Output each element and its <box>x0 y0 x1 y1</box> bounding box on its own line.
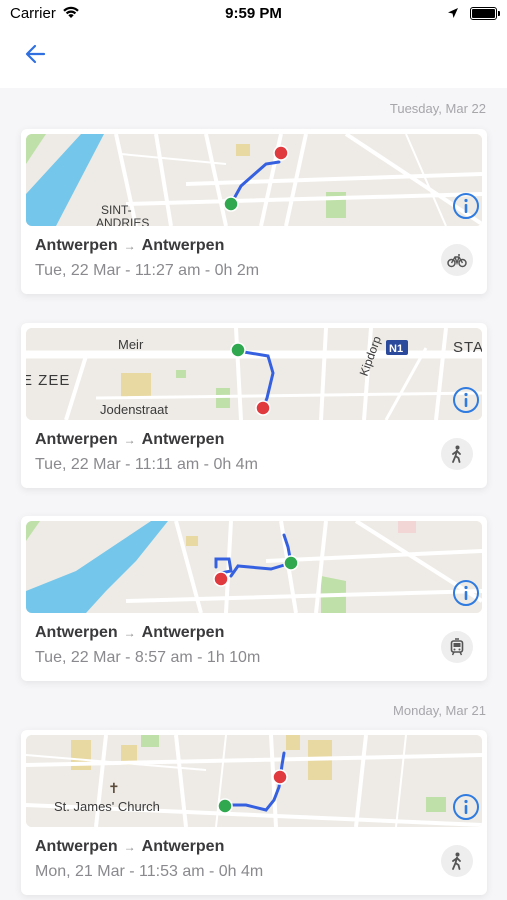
map-label: Meir <box>118 337 144 352</box>
transport-mode-badge <box>441 845 473 877</box>
start-marker <box>283 555 299 571</box>
trip-destination: Antwerpen <box>141 237 225 254</box>
trip-meta: Tue, 22 Mar - 11:27 am - 0h 2m <box>35 262 260 279</box>
location-arrow-icon <box>447 6 459 23</box>
back-button[interactable] <box>22 40 50 68</box>
route-arrow-icon: → <box>123 239 136 253</box>
end-marker <box>255 400 271 416</box>
end-marker <box>213 571 229 587</box>
bicycle-icon <box>447 254 467 268</box>
route-map: SINT- ANDRIES <box>26 134 482 226</box>
route-arrow-icon: → <box>123 840 136 854</box>
trip-card[interactable]: Meir E ZEE Jodenstraat Kipdorp N1 STA An… <box>21 323 487 488</box>
info-icon <box>453 387 479 413</box>
trip-origin: Antwerpen <box>35 237 118 254</box>
info-icon <box>453 193 479 219</box>
start-marker <box>230 342 246 358</box>
start-marker <box>223 196 239 212</box>
route-map <box>26 521 482 613</box>
route-arrow-icon: → <box>123 626 136 640</box>
info-icon <box>453 580 479 606</box>
route-arrow-icon: → <box>123 433 136 447</box>
battery-icon <box>470 7 500 20</box>
walking-icon <box>452 445 461 463</box>
trip-card[interactable]: SINT- ANDRIES Antwerpen → Antwerpen Tue,… <box>21 129 487 294</box>
status-time: 9:59 PM <box>225 5 282 22</box>
trip-destination: Antwerpen <box>141 838 225 855</box>
map-label: St. James' Church <box>54 799 160 814</box>
transport-mode-badge <box>441 244 473 276</box>
map-label: N1 <box>389 343 403 355</box>
trip-origin: Antwerpen <box>35 431 118 448</box>
tram-icon <box>450 638 464 656</box>
map-label: STA <box>453 339 482 356</box>
info-button[interactable] <box>452 793 480 821</box>
info-button[interactable] <box>452 579 480 607</box>
arrow-left-icon <box>25 44 46 64</box>
end-marker <box>273 145 289 161</box>
trip-route: Antwerpen → Antwerpen <box>35 838 224 856</box>
start-marker <box>217 798 233 814</box>
trip-meta: Mon, 21 Mar - 11:53 am - 0h 4m <box>35 863 264 880</box>
transport-mode-badge <box>441 631 473 663</box>
walking-icon <box>452 852 461 870</box>
trip-route: Antwerpen → Antwerpen <box>35 431 224 449</box>
info-button[interactable] <box>452 386 480 414</box>
map-label: E ZEE <box>26 372 70 389</box>
trip-origin: Antwerpen <box>35 624 118 641</box>
church-icon: ✝ <box>108 780 120 796</box>
end-marker <box>272 769 288 785</box>
map-label: SINT- <box>101 203 132 217</box>
map-label: Jodenstraat <box>100 402 168 417</box>
route-map: Meir E ZEE Jodenstraat Kipdorp N1 STA <box>26 328 482 420</box>
trip-card[interactable]: Antwerpen → Antwerpen Tue, 22 Mar - 8:57… <box>21 516 487 681</box>
info-button[interactable] <box>452 192 480 220</box>
trip-destination: Antwerpen <box>141 431 225 448</box>
trip-meta: Tue, 22 Mar - 11:11 am - 0h 4m <box>35 456 258 473</box>
nav-bar <box>0 28 507 88</box>
info-icon <box>453 794 479 820</box>
trip-destination: Antwerpen <box>141 624 225 641</box>
trip-origin: Antwerpen <box>35 838 118 855</box>
section-date-header: Tuesday, Mar 22 <box>389 101 486 116</box>
trip-meta: Tue, 22 Mar - 8:57 am - 1h 10m <box>35 649 261 666</box>
trip-route: Antwerpen → Antwerpen <box>35 624 224 642</box>
trip-route: Antwerpen → Antwerpen <box>35 237 224 255</box>
route-map: ✝ St. James' Church <box>26 735 482 827</box>
transport-mode-badge <box>441 438 473 470</box>
section-date-header: Monday, Mar 21 <box>393 703 486 718</box>
status-bar: Carrier 9:59 PM <box>0 0 507 28</box>
trip-card[interactable]: ✝ St. James' Church Antwerpen → Antwerpe… <box>21 730 487 895</box>
map-label: ANDRIES <box>96 216 149 226</box>
